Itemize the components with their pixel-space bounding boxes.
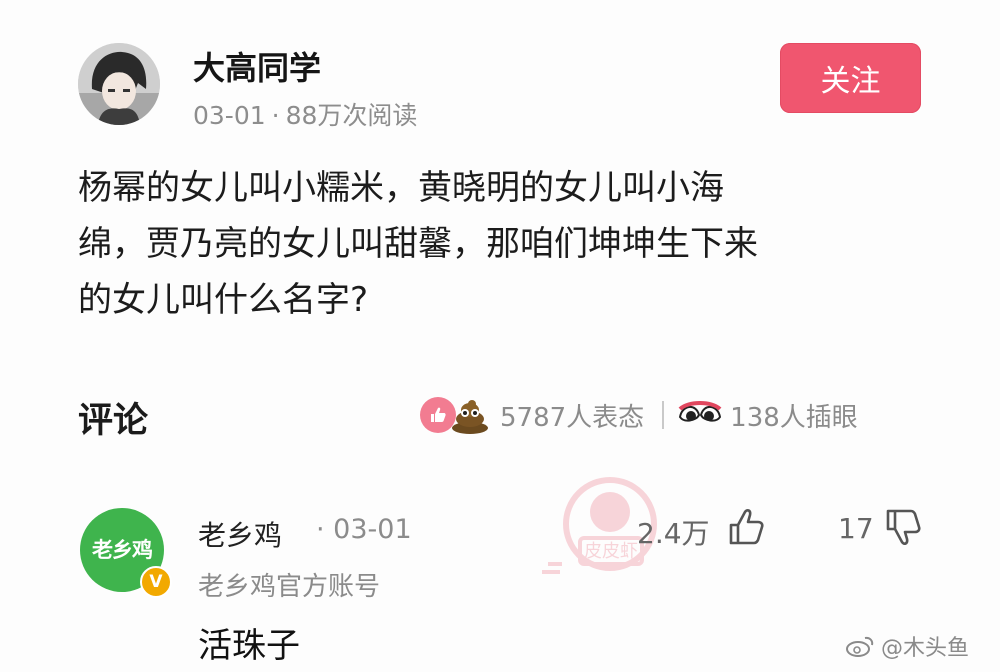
avatar-text: 老乡鸡 (92, 538, 153, 562)
post-date: 03-01 (193, 101, 266, 130)
weibo-watermark: @木头鱼 (845, 630, 969, 662)
commenter-description: 老乡鸡官方账号 (198, 572, 381, 602)
like-count: 2.4万 (637, 517, 710, 550)
commenter-avatar[interactable]: 老乡鸡 V (80, 508, 172, 598)
reaction-count: 5787人表态 (500, 402, 645, 433)
reaction-summary[interactable]: 5787人表态 138人插眼 (420, 392, 858, 438)
commenter-name[interactable]: 老乡鸡 (198, 514, 282, 554)
weibo-handle: @木头鱼 (881, 636, 970, 661)
stamp-text: 皮皮虾 (584, 541, 638, 562)
post-meta: 03-01 · 88万次阅读 (193, 96, 417, 132)
divider (662, 401, 665, 429)
eyes-count: 138人插眼 (730, 402, 858, 433)
meta-separator: · (271, 101, 280, 130)
post-line: 绵，贾乃亮的女儿叫甜馨，那咱们坤坤生下来 (78, 224, 758, 264)
post-line: 杨幂的女儿叫小糯米，黄晓明的女儿叫小海 (78, 168, 724, 208)
comments-title: 评论 (78, 401, 149, 441)
read-count: 88万次阅读 (285, 101, 418, 130)
post-line: 的女儿叫什么名字? (78, 280, 369, 320)
thumbs-down-icon[interactable] (885, 507, 923, 547)
comment-date: · 03-01 (316, 514, 412, 545)
comment-body: 活珠子 (198, 626, 300, 666)
author-avatar[interactable] (78, 43, 160, 125)
thumbs-up-icon[interactable] (728, 507, 764, 547)
post-content: 杨幂的女儿叫小糯米，黄晓明的女儿叫小海 绵，贾乃亮的女儿叫甜馨，那咱们坤坤生下来… (78, 160, 928, 328)
like-icon (420, 397, 456, 433)
author-name[interactable]: 大高同学 (193, 43, 321, 89)
follow-button[interactable]: 关注 (780, 43, 921, 113)
dislike-count: 17 (838, 512, 874, 545)
poop-icon (452, 400, 488, 434)
verified-icon: V (140, 566, 172, 598)
eyes-icon (678, 401, 722, 422)
weibo-icon (846, 636, 874, 657)
